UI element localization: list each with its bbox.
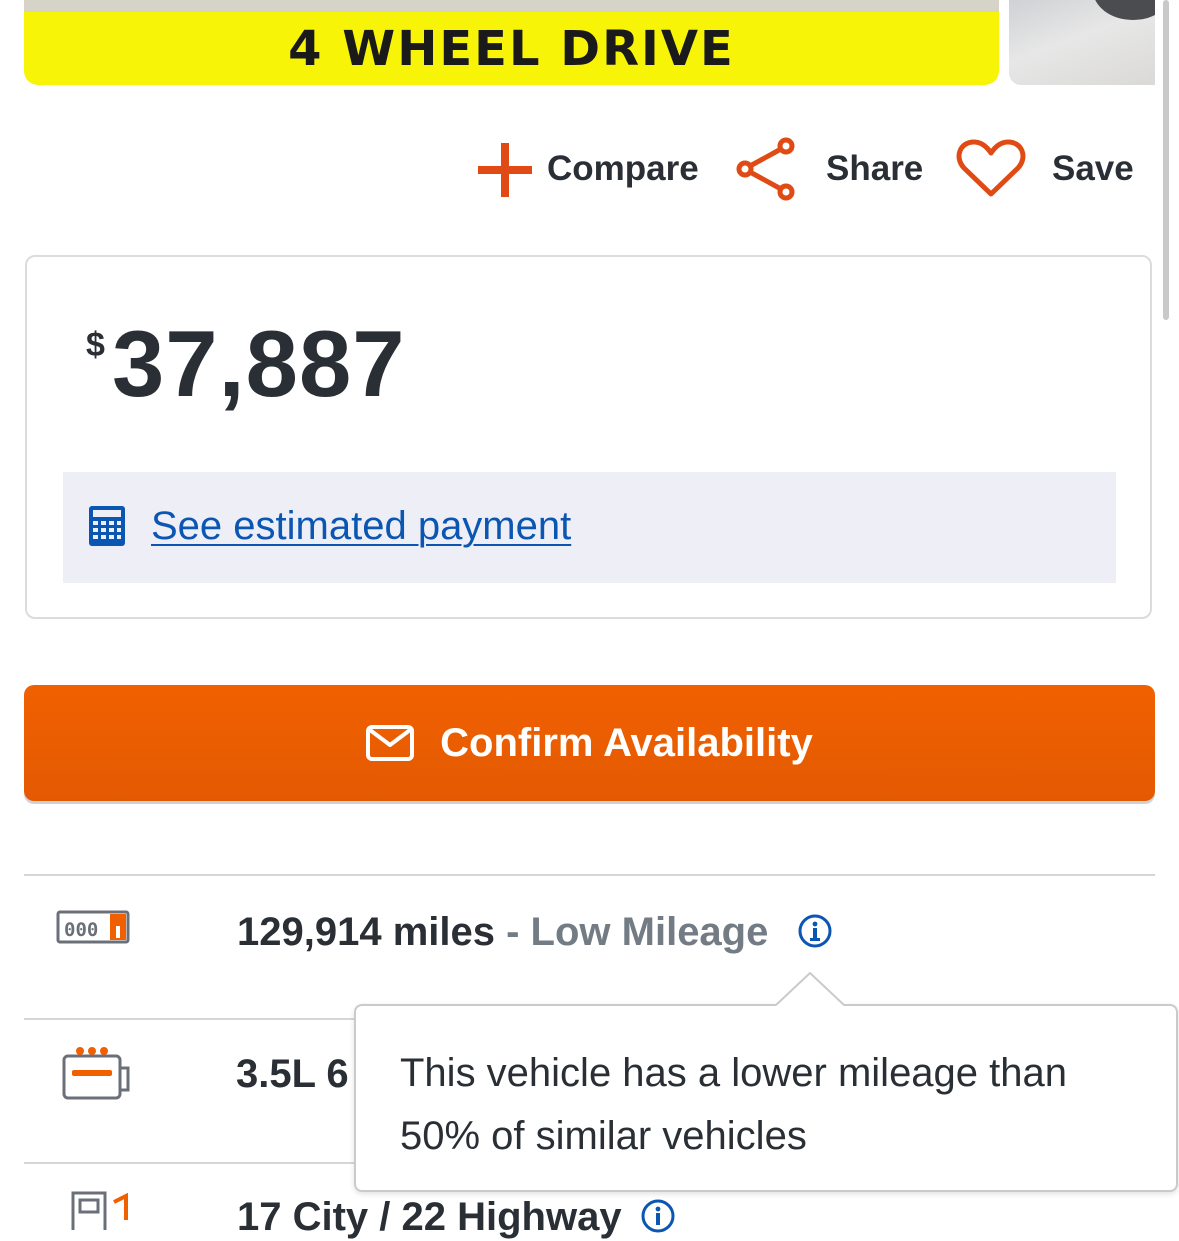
share-icon: [736, 137, 795, 201]
info-icon[interactable]: [797, 913, 833, 949]
compare-button[interactable]: Compare: [474, 136, 699, 202]
engine-spec: 3.5L 6: [236, 1052, 349, 1096]
svg-text:000: 000: [64, 919, 98, 941]
share-button[interactable]: Share: [734, 136, 923, 202]
photo-banner-text: 4 WHEEL DRIVE: [288, 21, 735, 77]
tooltip-arrow: [776, 972, 844, 1006]
see-estimated-payment-link[interactable]: See estimated payment: [151, 502, 571, 550]
confirm-availability-label: Confirm Availability: [440, 720, 813, 765]
mileage-value: 129,914 miles: [237, 910, 495, 954]
divider: [24, 874, 1155, 876]
price-currency: $: [86, 326, 105, 364]
share-label: Share: [826, 149, 924, 188]
heart-icon: [956, 139, 1026, 197]
calculator-icon: [89, 506, 125, 546]
fuel-economy-spec: 17 City / 22 Highway: [237, 1195, 622, 1239]
low-mileage-tooltip: This vehicle has a lower mileage than 50…: [354, 1004, 1178, 1192]
fuel-pump-icon: [71, 1191, 128, 1230]
envelope-icon: [366, 725, 415, 761]
confirm-availability-button[interactable]: Confirm Availability: [24, 685, 1155, 801]
plus-icon: [474, 139, 534, 199]
engine-icon: [62, 1047, 130, 1100]
odometer-icon: 000: [56, 910, 130, 944]
mileage-separator: -: [495, 910, 531, 954]
info-icon[interactable]: [640, 1198, 676, 1234]
low-mileage-badge: Low Mileage: [530, 910, 769, 954]
compare-label: Compare: [547, 149, 699, 188]
save-button[interactable]: Save: [956, 136, 1134, 202]
vehicle-photo[interactable]: 4 WHEEL DRIVE: [24, 0, 999, 85]
vehicle-photo-thumbnail[interactable]: [1009, 0, 1155, 85]
mileage-spec: 129,914 miles - Low Mileage: [237, 908, 768, 956]
tooltip-text: This vehicle has a lower mileage than 50…: [400, 1051, 1068, 1158]
scrollbar[interactable]: [1163, 0, 1169, 320]
price-amount: 37,887: [112, 311, 406, 416]
save-label: Save: [1052, 149, 1134, 188]
